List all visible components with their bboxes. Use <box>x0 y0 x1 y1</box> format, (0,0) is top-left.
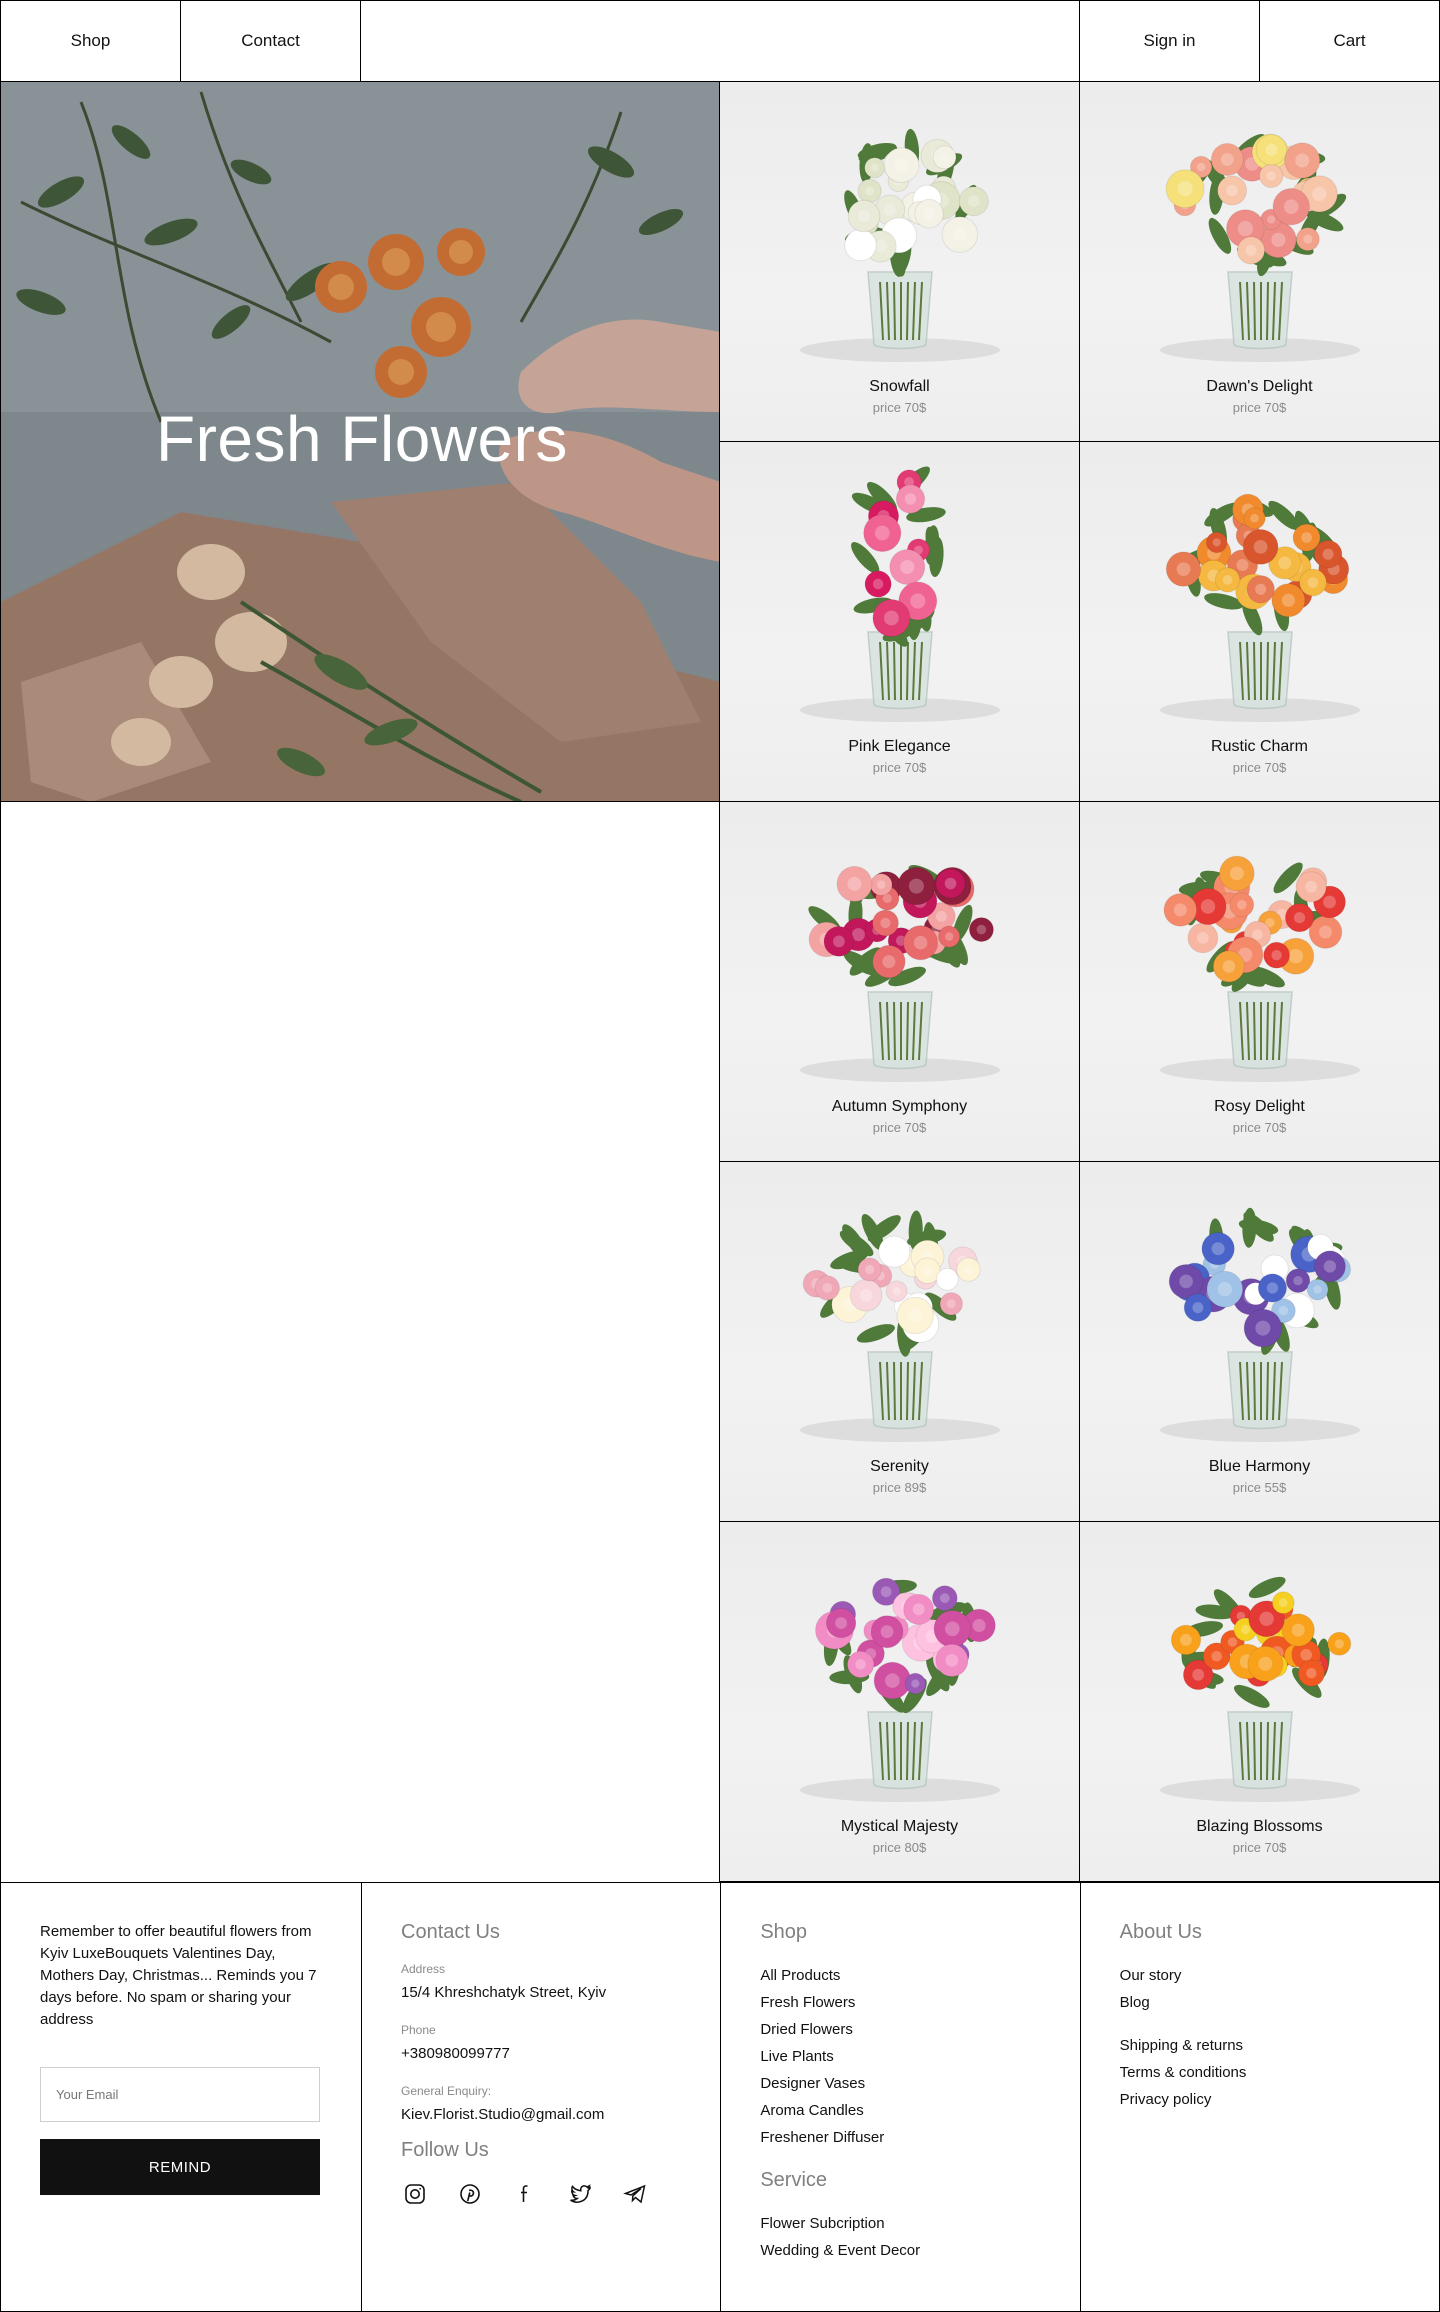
product-card-mystical-majesty[interactable]: Mystical Majesty price 80$ <box>720 1522 1080 1882</box>
bouquet-image <box>800 128 1000 362</box>
social-links <box>401 2180 681 2208</box>
footer-about-column: About Us Our story Blog Shipping & return… <box>1079 1883 1439 2311</box>
bouquet-image <box>1160 493 1360 722</box>
link-gap <box>1120 2016 1400 2032</box>
product-card-dawn-s-delight[interactable]: Dawn's Delight price 70$ <box>1080 82 1440 442</box>
hero-title: Fresh Flowers <box>156 403 568 475</box>
footer-shop-column: Shop All Products Fresh Flowers Dried Flow… <box>720 1883 1079 2311</box>
shop-link-live-plants[interactable]: Live Plants <box>760 2043 1040 2070</box>
policy-link-shipping-returns[interactable]: Shipping & returns <box>1120 2032 1400 2059</box>
footer-remind-column: Remember to offer beautiful flowers from… <box>1 1883 361 2311</box>
shop-links: All Products Fresh Flowers Dried Flowers Li… <box>760 1962 1040 2151</box>
about-links: Our story Blog <box>1120 1962 1400 2016</box>
product-name[interactable]: Pink Elegance <box>720 738 1079 756</box>
phone-value[interactable]: +380980099777 <box>401 2045 681 2062</box>
instagram-icon[interactable] <box>401 2180 429 2208</box>
product-price: price 70$ <box>872 400 927 415</box>
product-name[interactable]: Snowfall <box>720 378 1079 396</box>
shop-link-designer-vases[interactable]: Designer Vases <box>760 2070 1040 2097</box>
enquiry-label: General Enquiry: <box>401 2084 492 2098</box>
product-price: price 70$ <box>1232 760 1287 775</box>
bouquet-image <box>800 1577 1000 1802</box>
product-price: price 70$ <box>1232 400 1287 415</box>
email-value[interactable]: Kiev.Florist.Studio@gmail.com <box>401 2106 681 2123</box>
product-name[interactable]: Rosy Delight <box>1080 1098 1439 1116</box>
service-heading: Service <box>760 2169 828 2191</box>
product-card-pink-elegance[interactable]: Pink Elegance price 70$ <box>720 442 1080 802</box>
product-card-blazing-blossoms[interactable]: Blazing Blossoms price 70$ <box>1080 1522 1440 1882</box>
footer-contact-column: Contact Us Address 15/4 Khreshchatyk Str… <box>361 1883 720 2311</box>
bouquet-image <box>800 466 1000 722</box>
facebook-icon[interactable] <box>511 2180 539 2208</box>
shop-link-dried-flowers[interactable]: Dried Flowers <box>760 2016 1040 2043</box>
shop-heading: Shop <box>760 1921 808 1943</box>
footer: Remember to offer beautiful flowers from… <box>0 1882 1440 2312</box>
service-links: Flower Subcription Wedding & Event Decor <box>760 2210 1040 2264</box>
product-name[interactable]: Dawn's Delight <box>1080 378 1439 396</box>
nav-contact-link[interactable]: Contact <box>181 1 361 81</box>
address-value: 15/4 Khreshchatyk Street, Kyiv <box>401 1984 607 2001</box>
shop-link-freshener-diffuser[interactable]: Freshener Diffuser <box>760 2124 1040 2151</box>
product-name[interactable]: Blue Harmony <box>1080 1458 1439 1476</box>
remind-button[interactable]: REMIND <box>40 2139 320 2195</box>
product-card-blue-harmony[interactable]: Blue Harmony price 55$ <box>1080 1162 1440 1522</box>
shop-link-fresh-flowers[interactable]: Fresh Flowers <box>760 1989 1040 2016</box>
about-heading: About Us <box>1119 1921 1202 1943</box>
nav-sign-in-link[interactable]: Sign in <box>1079 1 1259 81</box>
email-input[interactable] <box>40 2067 320 2122</box>
product-price: price 70$ <box>1232 1120 1287 1135</box>
shop-link-aroma-candles[interactable]: Aroma Candles <box>760 2097 1040 2124</box>
policy-links: Shipping & returns Terms & conditions Priv… <box>1120 2032 1400 2113</box>
about-link-blog[interactable]: Blog <box>1120 1989 1400 2016</box>
policy-link-terms-conditions[interactable]: Terms & conditions <box>1120 2059 1400 2086</box>
empty-panel <box>0 802 720 1882</box>
telegram-icon[interactable] <box>621 2180 649 2208</box>
service-link-flower-subcription[interactable]: Flower Subcription <box>760 2210 1040 2237</box>
contact-heading: Contact Us <box>401 1921 500 1943</box>
product-price: price 70$ <box>872 1120 927 1135</box>
product-price: price 55$ <box>1232 1480 1287 1495</box>
shop-link-all-products[interactable]: All Products <box>760 1962 1040 1989</box>
product-name[interactable]: Serenity <box>720 1458 1079 1476</box>
product-name[interactable]: Rustic Charm <box>1080 738 1439 756</box>
policy-link-privacy-policy[interactable]: Privacy policy <box>1120 2086 1400 2113</box>
twitter-icon[interactable] <box>566 2180 594 2208</box>
top-navigation: Shop Contact Sign in Cart <box>0 0 1440 82</box>
address-label: Address <box>401 1962 446 1976</box>
follow-heading: Follow Us <box>401 2139 489 2161</box>
product-name[interactable]: Autumn Symphony <box>720 1098 1079 1116</box>
product-card-rosy-delight[interactable]: Rosy Delight price 70$ <box>1080 802 1440 1162</box>
product-card-autumn-symphony[interactable]: Autumn Symphony price 70$ <box>720 802 1080 1162</box>
hero-banner: Fresh Flowers <box>0 82 720 802</box>
product-price: price 89$ <box>872 1480 927 1495</box>
bouquet-image <box>1160 1207 1360 1442</box>
nav-cart-link[interactable]: Cart <box>1259 1 1439 81</box>
nav-shop-link[interactable]: Shop <box>1 1 181 81</box>
service-link-wedding-event-decor[interactable]: Wedding & Event Decor <box>760 2237 1040 2264</box>
product-card-snowfall[interactable]: Snowfall price 70$ <box>720 82 1080 442</box>
remind-description: Remember to offer beautiful flowers from… <box>40 1923 317 2028</box>
phone-label: Phone <box>401 2023 436 2037</box>
bouquet-image <box>800 865 1000 1082</box>
pinterest-icon[interactable] <box>456 2180 484 2208</box>
product-name[interactable]: Blazing Blossoms <box>1080 1818 1439 1836</box>
bouquet-image <box>800 1210 1000 1442</box>
about-link-our-story[interactable]: Our story <box>1120 1962 1400 1989</box>
product-card-serenity[interactable]: Serenity price 89$ <box>720 1162 1080 1522</box>
bouquet-image <box>1160 133 1360 362</box>
product-card-rustic-charm[interactable]: Rustic Charm price 70$ <box>1080 442 1440 802</box>
product-price: price 70$ <box>872 760 927 775</box>
bouquet-image <box>1160 855 1360 1082</box>
bouquet-image <box>1160 1576 1360 1802</box>
product-price: price 70$ <box>1232 1840 1287 1855</box>
product-price: price 80$ <box>872 1840 927 1855</box>
product-name[interactable]: Mystical Majesty <box>720 1818 1079 1836</box>
